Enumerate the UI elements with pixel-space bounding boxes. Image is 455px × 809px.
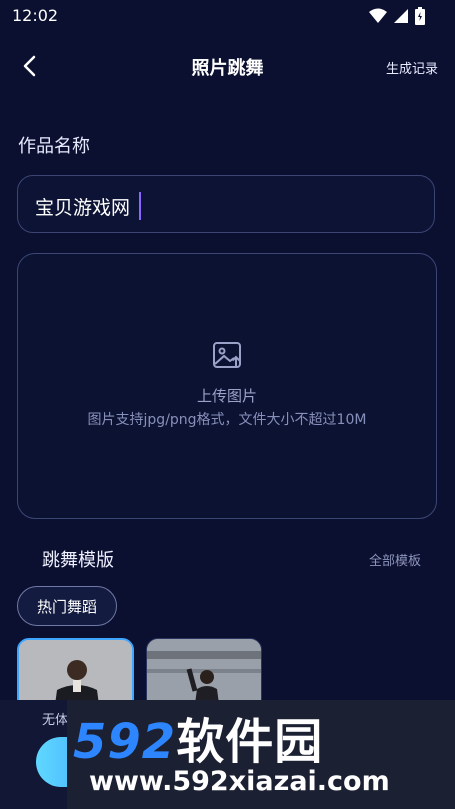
option-label: 无体 [42,713,69,728]
upload-hint: 图片支持jpg/png格式，文件大小不超过10M [87,412,367,428]
all-templates-link[interactable]: 全部模板 [369,550,421,569]
name-value: 宝贝游戏网 [35,197,131,219]
status-time: 12:02 [12,6,59,25]
history-link[interactable]: 生成记录 [386,58,438,77]
nav-bar: 照片跳舞 生成记录 [0,40,455,92]
image-upload-icon [212,340,244,372]
watermark-logo-number: 592 [73,714,177,770]
signal-icon [393,8,409,24]
category-chip[interactable]: 热门舞蹈 [17,586,117,626]
wifi-icon [369,8,387,24]
templates-title: 跳舞模版 [42,550,114,571]
watermark-logo: 592软件园 [73,702,323,772]
name-input[interactable]: 宝贝游戏网 [17,175,435,233]
upload-title: 上传图片 [196,387,257,405]
watermark-url: www.592xiazai.com [89,766,390,797]
name-label: 作品名称 [18,136,90,157]
status-icons [369,7,425,25]
battery-icon [415,7,425,25]
text-cursor [139,192,141,220]
watermark-logo-text: 软件园 [176,714,324,770]
status-bar: 12:02 [0,0,455,32]
watermark: 592软件园 www.592xiazai.com [67,700,455,809]
upload-area[interactable]: 上传图片 图片支持jpg/png格式，文件大小不超过10M [17,253,437,519]
